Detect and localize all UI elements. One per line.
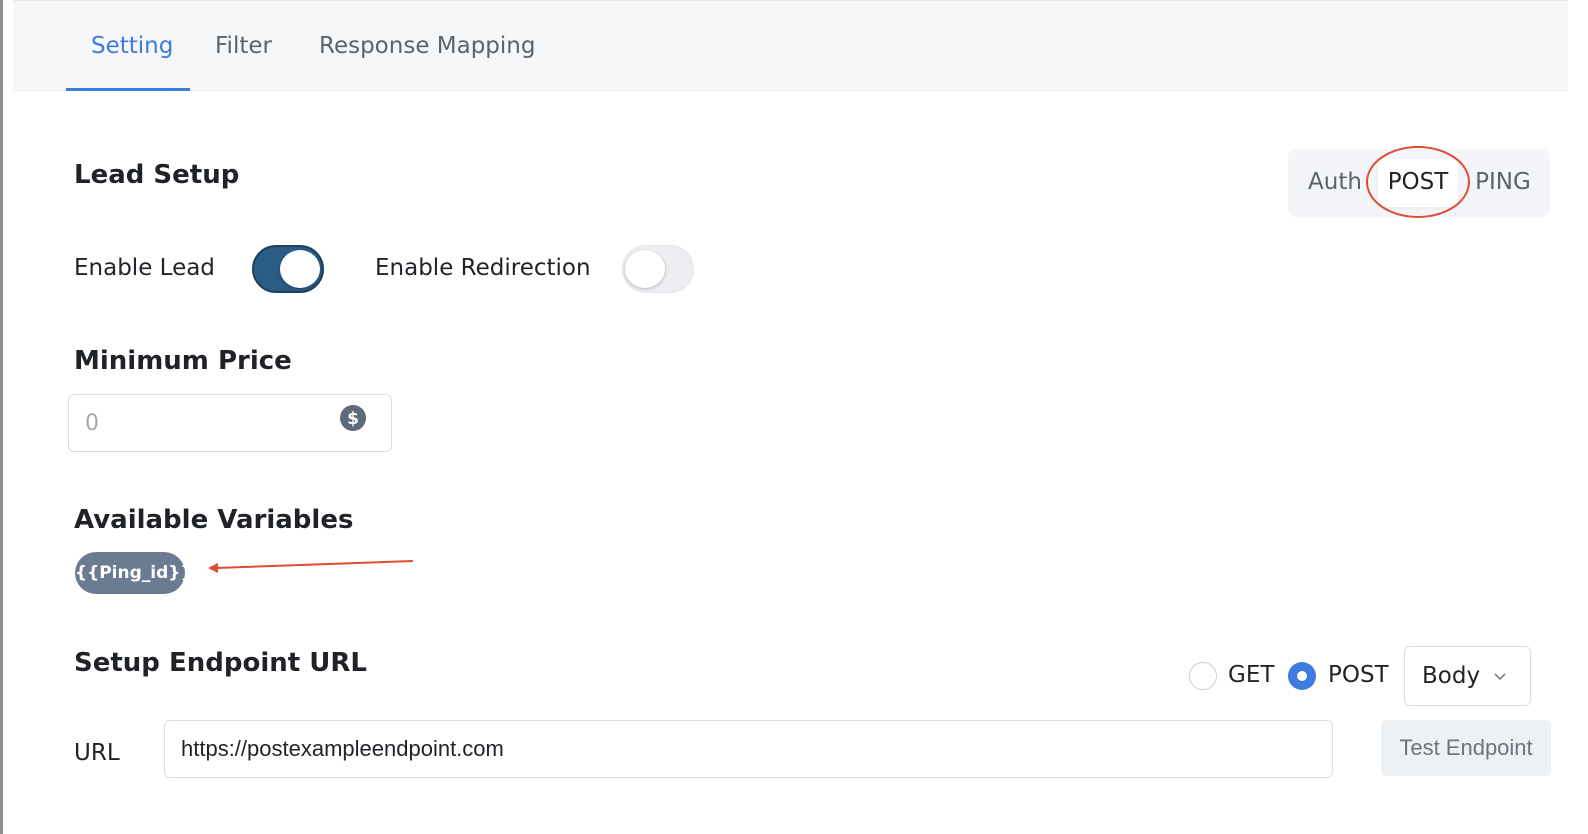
minimum-price-input[interactable] (85, 405, 335, 441)
minimum-price-title: Minimum Price (74, 346, 292, 376)
method-get-label[interactable]: GET (1228, 662, 1274, 688)
window-left-gap (3, 0, 13, 834)
url-field (164, 720, 1333, 778)
tab-filter[interactable]: Filter (215, 1, 272, 92)
enable-redirection-label: Enable Redirection (375, 255, 591, 281)
tab-response-mapping[interactable]: Response Mapping (319, 1, 535, 92)
method-post-label[interactable]: POST (1328, 662, 1389, 688)
dollar-circle-icon: $ (340, 405, 366, 431)
method-get-radio[interactable] (1189, 662, 1217, 690)
url-input[interactable] (181, 731, 1311, 767)
svg-text:$: $ (347, 409, 359, 429)
minimum-price-field: $ (68, 394, 392, 452)
enable-redirection-toggle[interactable] (622, 245, 694, 293)
lead-setup-title: Lead Setup (74, 160, 240, 190)
enable-lead-label: Enable Lead (74, 255, 215, 281)
toggle-knob (280, 250, 320, 288)
radio-dot (1297, 671, 1307, 681)
tab-bar: Setting Filter Response Mapping (13, 0, 1568, 91)
enable-lead-toggle[interactable] (252, 245, 324, 293)
active-tab-underline (66, 88, 190, 91)
chevron-down-icon (1494, 673, 1506, 681)
variable-chip-ping-id[interactable]: {{Ping_id}} (75, 552, 192, 594)
toggle-knob (625, 250, 665, 288)
available-variables-title: Available Variables (74, 505, 354, 535)
body-type-value: Body (1422, 663, 1481, 689)
mode-post[interactable]: POST (1378, 159, 1458, 207)
annotation-arrow (208, 560, 414, 573)
test-endpoint-button[interactable]: Test Endpoint (1381, 720, 1551, 776)
setup-endpoint-title: Setup Endpoint URL (74, 648, 367, 678)
method-post-radio[interactable] (1288, 662, 1316, 690)
mode-auth[interactable]: Auth (1302, 149, 1368, 217)
mode-ping[interactable]: PING (1470, 149, 1536, 217)
body-type-select[interactable]: Body (1404, 646, 1531, 706)
url-label: URL (74, 740, 120, 766)
tab-setting[interactable]: Setting (91, 1, 173, 92)
mode-selector: Auth POST PING (1288, 149, 1550, 217)
